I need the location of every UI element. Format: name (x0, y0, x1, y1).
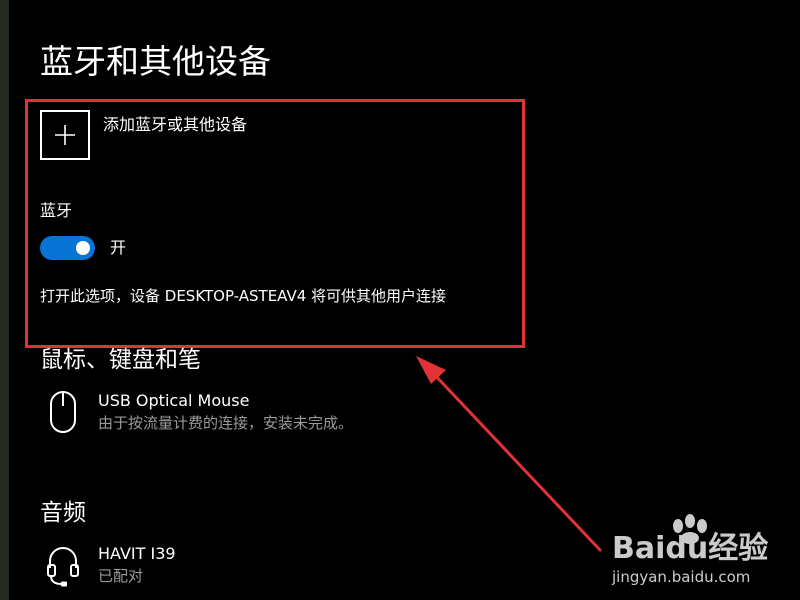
headset-icon (45, 543, 81, 589)
device-usb-optical-mouse[interactable]: USB Optical Mouse 由于按流量计费的连接，安装未完成。 (45, 390, 353, 436)
bluetooth-toggle[interactable] (40, 236, 95, 260)
bluetooth-description: 打开此选项，设备 DESKTOP-ASTEAV4 将可供其他用户连接 (40, 287, 447, 305)
watermark-logo-text: Baidu经验 (612, 531, 769, 566)
device-status: 由于按流量计费的连接，安装未完成。 (98, 414, 354, 432)
window-left-edge (0, 0, 9, 600)
page-title: 蓝牙和其他设备 (40, 42, 271, 81)
mouse-icon (45, 390, 81, 436)
device-name: USB Optical Mouse (98, 391, 250, 410)
plus-icon (40, 110, 90, 160)
add-device-button[interactable]: 添加蓝牙或其他设备 (40, 110, 247, 160)
device-havit-i39[interactable]: HAVIT I39 已配对 (45, 543, 176, 589)
watermark-url: jingyan.baidu.com (612, 568, 751, 586)
watermark: Baidu经验 jingyan.baidu.com (612, 514, 792, 590)
add-device-label: 添加蓝牙或其他设备 (103, 115, 248, 134)
device-status: 已配对 (98, 567, 144, 585)
section-title-mouse-keyboard-pen: 鼠标、键盘和笔 (40, 347, 201, 373)
section-title-audio: 音频 (40, 500, 86, 526)
device-name: HAVIT I39 (98, 544, 176, 563)
toggle-knob (76, 241, 90, 255)
bluetooth-label: 蓝牙 (40, 201, 73, 220)
bluetooth-state-label: 开 (110, 238, 127, 257)
